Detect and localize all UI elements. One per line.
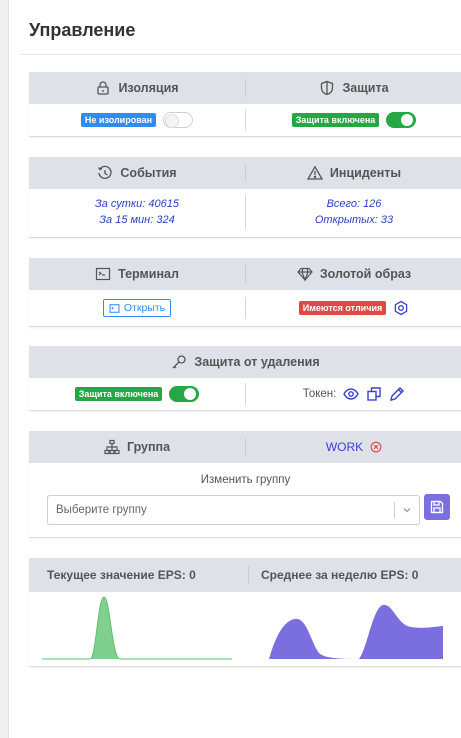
eps-current-label: Текущее значение EPS: 0 (47, 568, 196, 582)
management-panel: Управление Изоляция Защита Не изолирован (8, 0, 461, 738)
terminal-icon (95, 266, 111, 282)
isolation-card-header: Изоляция Защита (29, 72, 461, 104)
key-icon (171, 354, 187, 370)
day-events-link[interactable]: За сутки: 40615 (95, 196, 179, 212)
eps-week-area (268, 604, 443, 659)
deletion-protection-card: Защита от удаления Защита включена Токен… (29, 346, 461, 411)
group-select[interactable]: Выберите группу (47, 495, 420, 525)
history-icon (97, 165, 113, 181)
hierarchy-icon (104, 439, 120, 455)
warning-icon (306, 165, 323, 181)
title-divider (21, 54, 461, 55)
save-group-button[interactable] (424, 494, 450, 520)
group-header: Группа (126, 440, 171, 454)
terminal-small-icon (109, 303, 120, 314)
eye-icon[interactable] (343, 386, 360, 402)
incidents-header: Инциденты (329, 166, 402, 180)
token-label: Токен: (302, 388, 337, 400)
eps-week-sparkline (268, 604, 443, 659)
isolation-header: Изоляция (118, 81, 179, 95)
protection-toggle[interactable] (386, 112, 417, 128)
eps-card: Текущее значение EPS: 0 Среднее за недел… (29, 558, 461, 667)
protection-header: Защита (342, 81, 389, 95)
page-title: Управление (29, 20, 136, 40)
events-card: События Инциденты За сутки: 40615 За 15 … (29, 157, 461, 238)
terminal-card: Терминал Золотой образ Открыть Имеются о… (29, 258, 461, 327)
isolation-toggle[interactable] (163, 112, 194, 128)
copy-icon[interactable] (366, 386, 382, 402)
chevron-down-icon[interactable] (395, 505, 419, 515)
fifteen-min-events-link[interactable]: За 15 мин: 324 (99, 212, 174, 228)
isolation-status-badge: Не изолирован (80, 113, 157, 127)
group-select-placeholder: Выберите группу (56, 504, 147, 516)
lock-icon (95, 80, 111, 96)
group-name: WORK (325, 440, 364, 454)
isolation-card: Изоляция Защита Не изолирован Защита вкл… (29, 72, 461, 137)
change-group-label: Изменить группу (200, 474, 291, 486)
open-terminal-label: Открыть (123, 302, 166, 314)
diamond-icon (297, 266, 313, 282)
total-incidents-link[interactable]: Всего: 126 (327, 196, 382, 212)
eps-current-area (42, 596, 233, 660)
remove-group-icon[interactable] (370, 441, 382, 453)
open-incidents-link[interactable]: Открытых: 33 (315, 212, 393, 228)
open-terminal-button[interactable]: Открыть (102, 299, 172, 317)
terminal-header: Терминал (118, 267, 179, 281)
protection-status-badge: Защита включена (291, 113, 380, 127)
events-header: События (120, 166, 177, 180)
group-card: Группа WORK Изменить группу Выберите гру… (29, 431, 461, 538)
eps-week-label: Среднее за неделю EPS: 0 (261, 568, 419, 582)
eps-current-sparkline (42, 596, 233, 660)
settings-icon[interactable] (393, 300, 409, 316)
edit-icon[interactable] (389, 386, 405, 402)
shield-icon (319, 80, 335, 96)
deletion-protection-badge: Защита включена (74, 387, 163, 401)
golden-image-header: Золотой образ (319, 267, 412, 281)
save-icon (429, 499, 445, 515)
deletion-protection-toggle[interactable] (169, 386, 200, 402)
deletion-protection-header: Защита от удаления (194, 355, 320, 369)
golden-image-diff-badge: Имеются отличия (298, 301, 387, 315)
